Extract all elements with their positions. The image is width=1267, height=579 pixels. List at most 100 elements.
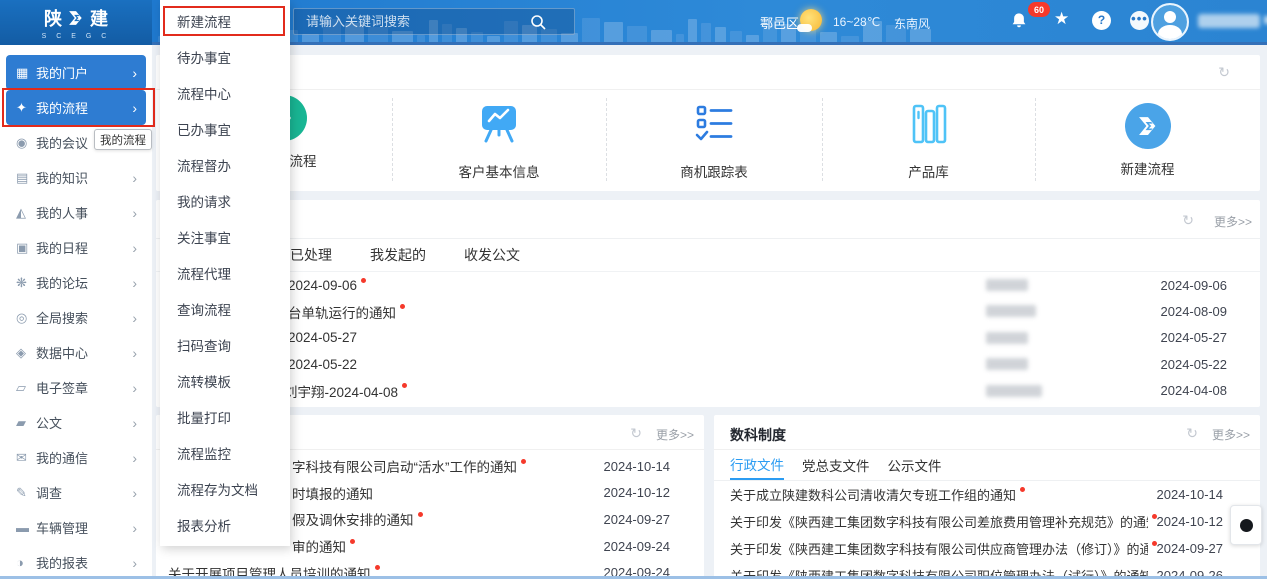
favorite-star-icon[interactable]: ★ — [1054, 9, 1069, 29]
more-link[interactable]: 更多>> — [1214, 213, 1252, 230]
notification-badge: 60 — [1028, 2, 1050, 17]
sidebar-item-label: 公文 — [36, 413, 132, 432]
todo-list-panel: ↻ 更多>> 已处理 我发起的 收发公文 2024-09-06 2024-09-06… — [156, 200, 1260, 407]
item-title: 关于成立陕建数科公司清收清欠专班工作组的通知 — [730, 485, 1016, 504]
menu-item[interactable]: 流程中心 — [160, 75, 290, 111]
sidebar-item[interactable]: ▱ 电子签章 › — [6, 370, 146, 405]
item-title: 2024-05-22 — [288, 357, 357, 372]
sidebar-item[interactable]: ▤ 我的知识 › — [6, 160, 146, 195]
chevron-right-icon: › — [132, 450, 137, 466]
annotation-box-sidebar-flow — [2, 88, 155, 127]
quicklink-label: 商机跟踪表 — [680, 161, 748, 181]
list-item[interactable]: 关于印发《陕西建工集团数字科技有限公司供应商管理办法（修订）》的通... 202… — [714, 535, 1260, 562]
scegc-logo-mark-icon — [66, 8, 86, 28]
item-title: 关于印发《陕西建工集团数字科技有限公司供应商管理办法（修订）》的通... — [730, 539, 1148, 558]
more-options-icon[interactable]: ••• — [1130, 11, 1149, 30]
menu-item[interactable]: 我的请求 — [160, 183, 290, 219]
list-item[interactable]: 台单轨运行的通知 2024-08-09 — [156, 298, 1260, 324]
rules-tabs: 行政文件党总支文件公示文件 — [714, 450, 1260, 481]
sidebar-item[interactable]: ▰ 公文 › — [6, 405, 146, 440]
weather-wind: 东南风 — [894, 15, 930, 32]
menu-item[interactable]: 批量打印 — [160, 399, 290, 435]
refresh-icon[interactable]: ↻ — [1218, 64, 1230, 81]
portal-icon: ▦ — [16, 65, 36, 81]
sidebar-item[interactable]: ▣ 我的日程 › — [6, 230, 146, 265]
product-library-icon — [906, 101, 952, 152]
chevron-right-icon: › — [132, 310, 137, 326]
avatar[interactable] — [1151, 3, 1189, 41]
menu-item[interactable]: 流程监控 — [160, 435, 290, 471]
item-title: 假及调休安排的通知 — [292, 509, 414, 529]
menu-item-label: 流程存为文档 — [177, 479, 258, 499]
sidebar-item[interactable]: ◭ 我的人事 › — [6, 195, 146, 230]
menu-item[interactable]: 流转模板 — [160, 363, 290, 399]
list-item[interactable]: 刘宇翔-2024-04-08 2024-04-08 — [156, 378, 1260, 404]
more-link[interactable]: 更多>> — [1212, 426, 1250, 443]
item-date: 2024-04-08 — [1161, 383, 1228, 398]
sidebar-item[interactable]: ▦ 我的门户 › — [6, 55, 146, 90]
tab[interactable]: 党总支文件 — [802, 450, 870, 480]
menu-item[interactable]: 已办事宜 — [160, 111, 290, 147]
chevron-right-icon: › — [132, 485, 137, 501]
floating-chat-button[interactable] — [1230, 505, 1262, 545]
item-date: 2024-08-09 — [1161, 304, 1228, 319]
tab[interactable]: 收发公文 — [464, 245, 520, 265]
menu-item[interactable]: 流程代理 — [160, 255, 290, 291]
customer-info-icon — [476, 101, 522, 152]
menu-item[interactable]: 扫码查询 — [160, 327, 290, 363]
sidebar-item-label: 车辆管理 — [36, 518, 132, 537]
global-search-box[interactable] — [293, 8, 575, 35]
quicklink-opportunity-list[interactable]: 商机跟踪表 — [606, 90, 822, 191]
sidebar-item[interactable]: ◑ 我的报表 › — [6, 545, 146, 579]
menu-item[interactable]: 报表分析 — [160, 507, 290, 543]
list-item[interactable]: 关于印发《陕西建工集团数字科技有限公司差旅费用管理补充规范》的通知 2024-1… — [714, 508, 1260, 535]
item-date: 2024-09-06 — [1161, 278, 1228, 293]
menu-item-label: 报表分析 — [177, 515, 231, 535]
item-date: 2024-09-27 — [604, 512, 671, 527]
author-blurred — [986, 358, 1028, 370]
list-item[interactable]: 2024-05-27 2024-05-27 — [156, 325, 1260, 351]
sidebar-item[interactable]: ✎ 调查 › — [6, 475, 146, 510]
quicklink-product-library[interactable]: 产品库 — [822, 90, 1035, 191]
unread-dot-icon — [521, 459, 526, 464]
author-blurred — [986, 305, 1036, 317]
more-link[interactable]: 更多>> — [656, 426, 694, 443]
search-input[interactable] — [304, 13, 564, 30]
weather-sun-icon — [800, 9, 822, 31]
menu-item[interactable]: 待办事宜 — [160, 39, 290, 75]
tab[interactable]: 我发起的 — [370, 245, 426, 265]
sidebar-item[interactable]: ◈ 数据中心 › — [6, 335, 146, 370]
sidebar-item[interactable]: ▬ 车辆管理 › — [6, 510, 146, 545]
help-icon[interactable]: ? — [1092, 11, 1111, 30]
list-item[interactable]: 关于成立陕建数科公司清收清欠专班工作组的通知 2024-10-14 — [714, 481, 1260, 508]
message-icon: ✉ — [16, 450, 36, 466]
sidebar-item[interactable]: ✉ 我的通信 › — [6, 440, 146, 475]
item-date: 2024-09-27 — [1157, 541, 1224, 556]
list-item[interactable]: 2024-09-06 2024-09-06 — [156, 272, 1260, 298]
quicklink-new-flow[interactable]: 新建流程 — [1035, 90, 1260, 191]
notification-bell-icon[interactable] — [1010, 11, 1028, 35]
tab[interactable]: 已处理 — [290, 245, 332, 265]
menu-item-label: 扫码查询 — [177, 335, 231, 355]
menu-item[interactable]: 流程存为文档 — [160, 471, 290, 507]
sidebar-item[interactable]: ❋ 我的论坛 › — [6, 265, 146, 300]
quicklink-customer-info[interactable]: 客户基本信息 — [392, 90, 606, 191]
refresh-icon[interactable]: ↻ — [1182, 212, 1194, 229]
refresh-icon[interactable]: ↻ — [1186, 425, 1198, 442]
unread-dot-icon — [350, 539, 355, 544]
chevron-right-icon: › — [132, 170, 137, 186]
menu-item[interactable]: 查询流程 — [160, 291, 290, 327]
sidebar-item-label: 我的知识 — [36, 168, 132, 187]
refresh-icon[interactable]: ↻ — [630, 425, 642, 442]
sidebar-item-label: 全局搜索 — [36, 308, 132, 327]
company-logo[interactable]: 陕 建 S C E G C — [0, 0, 152, 45]
list-item[interactable]: 2024-05-22 2024-05-22 — [156, 351, 1260, 377]
tab[interactable]: 公示文件 — [888, 450, 942, 480]
sidebar-item-label: 电子签章 — [36, 378, 132, 397]
logo-text-right: 建 — [90, 5, 108, 31]
search-icon[interactable] — [530, 14, 546, 35]
menu-item[interactable]: 流程督办 — [160, 147, 290, 183]
sidebar-item[interactable]: ◎ 全局搜索 › — [6, 300, 146, 335]
menu-item[interactable]: 关注事宜 — [160, 219, 290, 255]
tab[interactable]: 行政文件 — [730, 450, 784, 480]
